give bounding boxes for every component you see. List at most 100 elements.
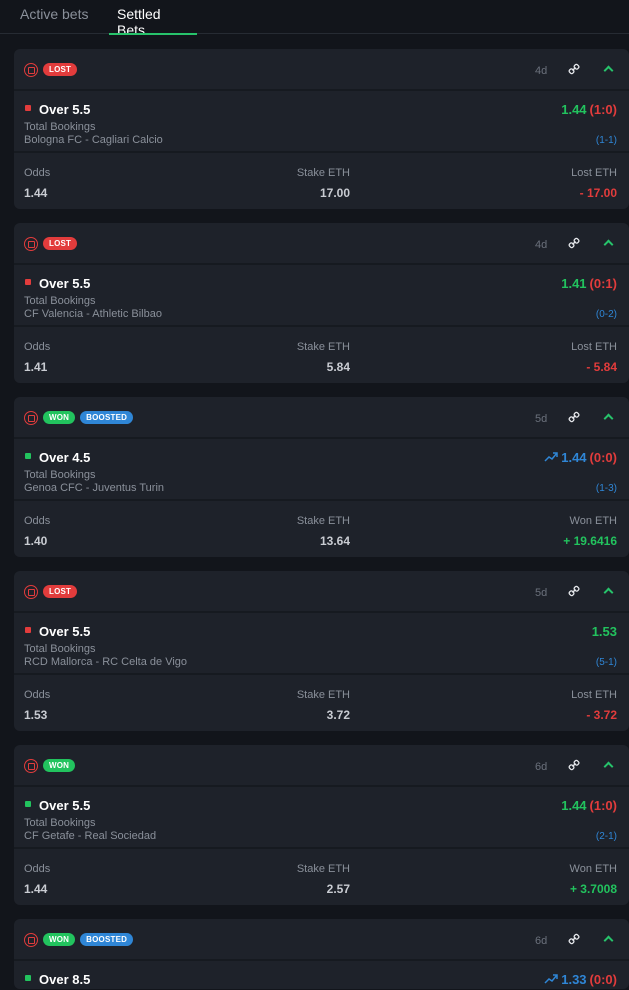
outcome-indicator <box>25 975 31 981</box>
bet-selection: Over 4.5 1.44 (0:0) Total Bookings Genoa CFC… <box>14 441 629 501</box>
status-badges: WON BOOSTED <box>43 933 134 946</box>
final-score: (2-1) <box>595 831 617 842</box>
bet-selection: Over 8.5 1.33 (0:0) <box>14 963 629 989</box>
odds-value: 1.44 <box>561 450 587 465</box>
score-at-bet: (1:0) <box>589 798 617 813</box>
odds-stat: 1.44 <box>24 186 48 200</box>
selection-odds: 1.33 (0:0) <box>544 972 617 987</box>
bet-selection: Over 5.5 1.44 (1:0) Total Bookings Bologna F… <box>14 93 629 153</box>
odds-value: 1.44 <box>561 798 587 813</box>
bet-age: 6d <box>535 761 548 773</box>
outcome-indicator <box>25 627 31 633</box>
stake-value: 2.57 <box>326 882 350 896</box>
result-value: - 3.72 <box>586 708 617 722</box>
score-at-bet: (0:0) <box>589 450 617 465</box>
bet-selection: Over 5.5 1.41 (0:1) Total Bookings CF Valenc… <box>14 267 629 327</box>
bet-card: LOST 4d Over 5.5 1.41 (0:1) Total Bookings CF … <box>14 223 629 383</box>
score-at-bet: (1:0) <box>589 102 617 117</box>
football-icon <box>24 933 38 947</box>
outcome-indicator <box>25 801 31 807</box>
result-label: Won ETH <box>569 863 617 875</box>
odds-stat: 1.40 <box>24 534 48 548</box>
boosted-badge: BOOSTED <box>80 933 134 946</box>
bet-age: 5d <box>535 587 548 599</box>
chevron-up-icon[interactable] <box>602 585 614 597</box>
odds-value: 1.33 <box>561 972 587 987</box>
status-badges: LOST <box>43 63 78 76</box>
odds-stat: 1.53 <box>24 708 48 722</box>
selection-odds: 1.41 (0:1) <box>561 276 617 291</box>
final-score: (1-1) <box>595 135 617 146</box>
settled-bets-list: LOST 4d Over 5.5 1.44 (1:0) Total Bookings Bol… <box>14 49 629 989</box>
bet-stats: Odds 1.41 Stake ETH 5.84 Lost ETH - 5.84 <box>14 329 629 379</box>
chevron-up-icon[interactable] <box>602 63 614 75</box>
selection-name: Over 5.5 <box>39 624 91 639</box>
stake-value: 17.00 <box>319 186 350 200</box>
bet-stats: Odds 1.44 Stake ETH 17.00 Lost ETH - 17.00 <box>14 155 629 205</box>
odds-value: 1.41 <box>561 276 587 291</box>
chevron-up-icon[interactable] <box>602 759 614 771</box>
bet-stats: Odds 1.40 Stake ETH 13.64 Won ETH + 19.6416 <box>14 503 629 553</box>
odds-value: 1.44 <box>561 102 587 117</box>
stake-label: Stake ETH <box>296 515 350 527</box>
final-score: (0-2) <box>595 309 617 320</box>
odds-label: Odds <box>24 341 51 353</box>
trend-up-icon <box>544 451 558 465</box>
bet-selection: Over 5.5 1.53 Total Bookings RCD Mallorca -… <box>14 615 629 675</box>
match-name: Genoa CFC - Juventus Turin <box>24 482 165 494</box>
odds-label: Odds <box>24 515 51 527</box>
chevron-up-icon[interactable] <box>602 411 614 423</box>
selection-odds: 1.44 (1:0) <box>561 102 617 117</box>
football-icon <box>24 237 38 251</box>
match-name: CF Getafe - Real Sociedad <box>24 830 157 842</box>
odds-label: Odds <box>24 167 51 179</box>
score-at-bet: (0:1) <box>589 276 617 291</box>
selection-name: Over 5.5 <box>39 276 91 291</box>
stake-label: Stake ETH <box>296 689 350 701</box>
bet-card-header: LOST 4d <box>14 49 629 91</box>
bet-tabs: Active bets Settled Bets <box>0 0 629 38</box>
bet-card: LOST 5d Over 5.5 1.53 Total Bookings RCD Mall… <box>14 571 629 731</box>
bet-age: 5d <box>535 413 548 425</box>
selection-name: Over 8.5 <box>39 972 91 987</box>
odds-stat: 1.44 <box>24 882 48 896</box>
selection-odds: 1.44 (0:0) <box>544 450 617 465</box>
outcome-indicator <box>25 105 31 111</box>
link-icon[interactable] <box>568 411 580 423</box>
trend-up-icon <box>544 973 558 987</box>
bet-age: 4d <box>535 239 548 251</box>
market-name: Total Bookings <box>24 295 96 307</box>
bet-card-header: WON 6d <box>14 745 629 787</box>
status-badge: WON <box>43 411 76 424</box>
status-badge: LOST <box>43 63 78 76</box>
link-icon[interactable] <box>568 63 580 75</box>
chevron-up-icon[interactable] <box>602 933 614 945</box>
result-label: Won ETH <box>569 515 617 527</box>
bet-card: WON 6d Over 5.5 1.44 (1:0) Total Bookings CF G… <box>14 745 629 905</box>
result-label: Lost ETH <box>571 341 617 353</box>
link-icon[interactable] <box>568 759 580 771</box>
chevron-up-icon[interactable] <box>602 237 614 249</box>
bet-card: LOST 4d Over 5.5 1.44 (1:0) Total Bookings Bol… <box>14 49 629 209</box>
tab-active-bets[interactable]: Active bets <box>0 0 109 34</box>
link-icon[interactable] <box>568 585 580 597</box>
bet-card: WON BOOSTED 6d Over 8.5 1.33 (0:0) <box>14 919 629 989</box>
link-icon[interactable] <box>568 237 580 249</box>
boosted-badge: BOOSTED <box>80 411 134 424</box>
status-badges: LOST <box>43 237 78 250</box>
bet-selection: Over 5.5 1.44 (1:0) Total Bookings CF Getafe… <box>14 789 629 849</box>
selection-odds: 1.53 <box>592 624 617 639</box>
link-icon[interactable] <box>568 933 580 945</box>
tab-settled-bets[interactable]: Settled Bets <box>109 0 197 38</box>
market-name: Total Bookings <box>24 121 96 133</box>
football-icon <box>24 585 38 599</box>
bet-card: WON BOOSTED 5d Over 4.5 1.44 (0:0) Total Booki… <box>14 397 629 557</box>
match-name: RCD Mallorca - RC Celta de Vigo <box>24 656 188 668</box>
football-icon <box>24 411 38 425</box>
bet-card-header: WON BOOSTED 6d <box>14 919 629 961</box>
status-badge: WON <box>43 759 76 772</box>
result-value: - 5.84 <box>586 360 617 374</box>
bet-stats: Odds 1.53 Stake ETH 3.72 Lost ETH - 3.72 <box>14 677 629 727</box>
status-badge: LOST <box>43 585 78 598</box>
stake-label: Stake ETH <box>296 167 350 179</box>
